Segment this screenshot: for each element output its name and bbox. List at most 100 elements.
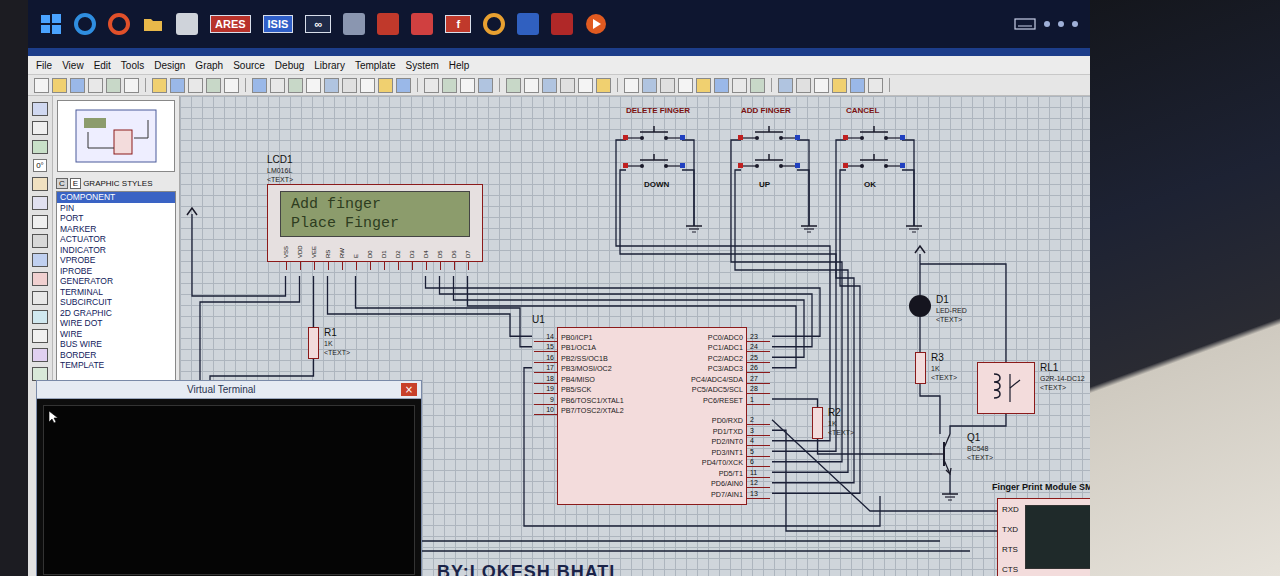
- menu-item[interactable]: Library: [314, 60, 345, 71]
- taskbar-app[interactable]: ∞: [305, 15, 331, 33]
- wire[interactable]: [731, 140, 842, 462]
- chip-pin[interactable]: 11PD5/T1: [688, 468, 746, 479]
- wire[interactable]: [919, 317, 920, 352]
- lcd-pin[interactable]: [323, 262, 334, 270]
- wire[interactable]: [949, 474, 950, 494]
- toolbar-button[interactable]: [850, 78, 865, 93]
- chip-pin[interactable]: 14PB0/ICP1: [558, 332, 627, 343]
- style-list-item[interactable]: 2D GRAPHIC: [57, 308, 175, 319]
- style-list-item[interactable]: GENERATOR: [57, 276, 175, 287]
- module-pin[interactable]: RTS: [1002, 545, 1019, 554]
- chip-pin[interactable]: 9PB6/TOSC1/XTAL1: [558, 395, 627, 406]
- terminal-output[interactable]: [43, 405, 415, 575]
- toolbar-button[interactable]: [832, 78, 847, 93]
- wire[interactable]: [818, 439, 933, 454]
- style-list-item[interactable]: TERMINAL: [57, 287, 175, 298]
- push-button-icon[interactable]: [842, 124, 906, 144]
- wire[interactable]: [772, 420, 1002, 511]
- toolbar-button[interactable]: [506, 78, 521, 93]
- style-list-item[interactable]: TEMPLATE: [57, 360, 175, 371]
- chip-pin[interactable]: 25PC2/ADC2: [688, 353, 746, 364]
- toolbar-button[interactable]: [324, 78, 339, 93]
- taskbar-app[interactable]: ARES: [210, 15, 251, 33]
- wire[interactable]: [772, 170, 860, 493]
- toolbar-button[interactable]: [460, 78, 475, 93]
- tool-icon[interactable]: [32, 121, 48, 135]
- style-list-item[interactable]: WIRE DOT: [57, 318, 175, 329]
- browser-icon[interactable]: [108, 13, 130, 35]
- module-pin[interactable]: CTS: [1002, 565, 1019, 574]
- tool-icon[interactable]: [32, 234, 48, 248]
- menu-item[interactable]: Design: [154, 60, 185, 71]
- toolbar-button[interactable]: [624, 78, 639, 93]
- chip-pin[interactable]: 15PB1/OC1A: [558, 343, 627, 354]
- overview-window[interactable]: [57, 100, 175, 172]
- wire[interactable]: [328, 276, 533, 336]
- taskbar-app[interactable]: f: [445, 15, 471, 33]
- close-button[interactable]: ×: [401, 383, 417, 396]
- toolbar-button[interactable]: [578, 78, 593, 93]
- resistor[interactable]: R21K<TEXT>: [812, 407, 854, 439]
- toolbar-button[interactable]: [778, 78, 793, 93]
- toolbar-button[interactable]: [270, 78, 285, 93]
- menu-item[interactable]: Debug: [275, 60, 304, 71]
- tray-dot[interactable]: [1044, 21, 1050, 27]
- lcd-pin[interactable]: [435, 262, 446, 270]
- wire[interactable]: [772, 430, 1002, 531]
- toolbar-button[interactable]: [88, 78, 103, 93]
- style-list-item[interactable]: COMPONENT: [57, 192, 175, 203]
- toolbar-button[interactable]: [424, 78, 439, 93]
- fingerprint-module[interactable]: Finger Print Module SM-630RXDTXDRTSCTS: [992, 482, 1090, 576]
- taskbar-app-icon[interactable]: [517, 13, 539, 35]
- toolbar-button[interactable]: [34, 78, 49, 93]
- lcd-pin[interactable]: [309, 262, 320, 270]
- push-button-icon[interactable]: [842, 152, 906, 172]
- chip-pin[interactable]: 17PB3/MOSI/OC2: [558, 364, 627, 375]
- toolbar-button[interactable]: [714, 78, 729, 93]
- microcontroller[interactable]: 14PB0/ICP115PB1/OC1A16PB2/SS/OC1B17PB3/M…: [557, 327, 747, 505]
- menu-item[interactable]: Edit: [94, 60, 111, 71]
- media-player-icon[interactable]: [585, 13, 607, 35]
- wire[interactable]: [797, 140, 809, 226]
- chip-pin[interactable]: 19PB5/SCK: [558, 385, 627, 396]
- toolbar-button[interactable]: [596, 78, 611, 93]
- virtual-terminal-window[interactable]: Virtual Terminal×: [36, 380, 422, 576]
- tool-icon[interactable]: [32, 196, 48, 210]
- lcd-pin[interactable]: [281, 262, 292, 270]
- tool-icon[interactable]: [32, 348, 48, 362]
- style-list-item[interactable]: MARKER: [57, 224, 175, 235]
- style-list-item[interactable]: INDICATOR: [57, 245, 175, 256]
- lcd-pin[interactable]: [295, 262, 306, 270]
- wire[interactable]: [920, 384, 940, 434]
- toolbar-button[interactable]: [678, 78, 693, 93]
- lcd-pin[interactable]: [337, 262, 348, 270]
- taskbar-app-icon[interactable]: [377, 13, 399, 35]
- tool-icon[interactable]: [32, 367, 48, 381]
- toolbar-button[interactable]: [170, 78, 185, 93]
- tool-icon[interactable]: [32, 272, 48, 286]
- browser-icon[interactable]: [74, 13, 96, 35]
- toolbar-button[interactable]: [224, 78, 239, 93]
- terminal-title-bar[interactable]: Virtual Terminal×: [37, 381, 421, 399]
- push-button-icon[interactable]: [622, 152, 686, 172]
- wire[interactable]: [902, 170, 914, 226]
- lcd-pin[interactable]: [449, 262, 460, 270]
- resistor[interactable]: R31K<TEXT>: [915, 352, 957, 384]
- lcd-pin[interactable]: [351, 262, 362, 270]
- toolbar-button[interactable]: [124, 78, 139, 93]
- toolbar-button[interactable]: [750, 78, 765, 93]
- toolbar-button[interactable]: [660, 78, 675, 93]
- toolbar-button[interactable]: [796, 78, 811, 93]
- taskbar-app-icon[interactable]: [551, 13, 573, 35]
- taskbar-app[interactable]: ISIS: [263, 15, 294, 33]
- tool-icon[interactable]: [32, 253, 48, 267]
- toolbar-button[interactable]: [106, 78, 121, 93]
- lcd-pin[interactable]: [393, 262, 404, 270]
- chip-pin[interactable]: 6PD4/T0/XCK: [688, 458, 746, 469]
- chip-pin[interactable]: 10PB7/TOSC2/XTAL2: [558, 406, 627, 417]
- menu-item[interactable]: Template: [355, 60, 396, 71]
- menu-item[interactable]: View: [62, 60, 84, 71]
- style-list-item[interactable]: PIN: [57, 203, 175, 214]
- tool-icon[interactable]: [32, 310, 48, 324]
- style-list-item[interactable]: VPROBE: [57, 255, 175, 266]
